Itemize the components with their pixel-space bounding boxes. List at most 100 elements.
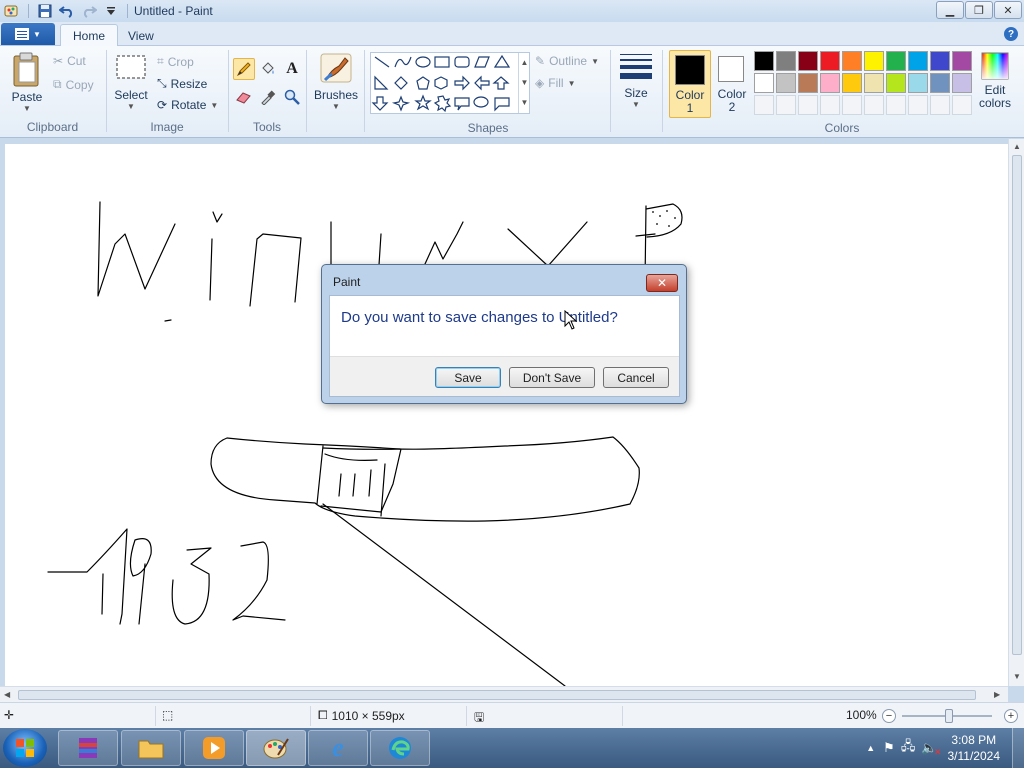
customize-qat-icon[interactable] (101, 2, 121, 20)
taskbar-clock[interactable]: 3:08 PM 3/11/2024 (948, 732, 1001, 764)
palette-color-swatch[interactable] (952, 73, 972, 93)
copy-button[interactable]: ⧉ Copy (53, 77, 94, 92)
volume-muted-icon[interactable]: 🔈 ✕ (921, 740, 941, 757)
palette-color-swatch[interactable] (842, 51, 862, 71)
show-desktop-button[interactable] (1012, 728, 1024, 768)
cut-label: Cut (67, 54, 86, 68)
palette-color-swatch[interactable] (776, 95, 796, 115)
shapes-expand-icon[interactable]: ▼ (519, 93, 530, 113)
save-changes-dialog: Paint ✕ Do you want to save changes to U… (321, 264, 687, 404)
crop-button[interactable]: ⌗ Crop (157, 54, 194, 69)
text-tool[interactable]: A (281, 58, 303, 80)
save-button[interactable]: Save (435, 367, 501, 388)
palette-color-swatch[interactable] (886, 95, 906, 115)
network-icon[interactable]: 🖧 (901, 737, 916, 759)
edit-colors-button[interactable]: Edit colors (975, 52, 1015, 110)
taskbar-internet-explorer[interactable]: e (308, 730, 368, 766)
palette-color-swatch[interactable] (886, 51, 906, 71)
paste-button[interactable]: Paste ▼ (8, 52, 46, 113)
close-button[interactable]: ✕ (994, 1, 1022, 19)
resize-button[interactable]: ⤡ Resize (157, 76, 207, 91)
taskbar-edge[interactable] (370, 730, 430, 766)
taskbar-explorer[interactable] (121, 730, 181, 766)
taskbar-media-player[interactable] (184, 730, 244, 766)
palette-color-swatch[interactable] (930, 95, 950, 115)
zoom-slider-thumb[interactable] (945, 709, 953, 723)
palette-color-swatch[interactable] (930, 51, 950, 71)
palette-color-swatch[interactable] (930, 73, 950, 93)
taskbar-winrar[interactable] (58, 730, 118, 766)
palette-color-swatch[interactable] (908, 73, 928, 93)
zoom-out-button[interactable]: − (882, 709, 896, 723)
rotate-button[interactable]: ⟳ Rotate ▼ (157, 98, 218, 112)
redo-icon[interactable] (79, 2, 99, 20)
separator (155, 706, 156, 726)
palette-color-swatch[interactable] (776, 73, 796, 93)
zoom-in-button[interactable]: + (1004, 709, 1018, 723)
palette-color-swatch[interactable] (908, 95, 928, 115)
help-icon[interactable]: ? (1004, 27, 1018, 41)
taskbar-paint[interactable] (246, 730, 306, 766)
palette-color-swatch[interactable] (864, 51, 884, 71)
palette-color-swatch[interactable] (952, 95, 972, 115)
paint-menu-button[interactable]: ▼ (1, 23, 55, 45)
horizontal-scrollbar[interactable]: ◀ ▶ (0, 686, 1008, 702)
brushes-button[interactable]: Brushes ▼ (312, 52, 360, 111)
palette-color-swatch[interactable] (820, 95, 840, 115)
palette-color-swatch[interactable] (864, 95, 884, 115)
size-button[interactable]: Size ▼ (617, 52, 655, 109)
palette-color-swatch[interactable] (754, 51, 774, 71)
fill-button[interactable]: ◈ Fill ▼ (535, 76, 575, 90)
palette-color-swatch[interactable] (820, 73, 840, 93)
start-button[interactable] (3, 729, 47, 767)
palette-color-swatch[interactable] (798, 51, 818, 71)
cancel-button[interactable]: Cancel (603, 367, 669, 388)
palette-color-swatch[interactable] (754, 73, 774, 93)
eraser-tool[interactable] (233, 86, 255, 108)
select-button[interactable]: Select ▼ (113, 54, 149, 111)
show-hidden-icons-icon[interactable]: ▲ (866, 743, 875, 753)
horizontal-scroll-thumb[interactable] (18, 690, 976, 700)
paint-app-icon[interactable] (2, 2, 22, 20)
ribbon: Paste ▼ ✂ Cut ⧉ Copy Clipboard Select ▼ … (0, 46, 1024, 138)
palette-color-swatch[interactable] (820, 51, 840, 71)
palette-color-swatch[interactable] (798, 95, 818, 115)
palette-color-swatch[interactable] (864, 73, 884, 93)
scroll-left-icon[interactable]: ◀ (4, 690, 10, 699)
palette-color-swatch[interactable] (886, 73, 906, 93)
tab-view[interactable]: View (116, 24, 166, 47)
scroll-right-icon[interactable]: ▶ (994, 690, 1000, 699)
palette-color-swatch[interactable] (798, 73, 818, 93)
shapes-scroll-up-icon[interactable]: ▲ (519, 53, 530, 73)
fill-tool[interactable] (257, 58, 279, 80)
palette-color-swatch[interactable] (842, 73, 862, 93)
outline-button[interactable]: ✎ Outline ▼ (535, 54, 599, 68)
palette-color-swatch[interactable] (908, 51, 928, 71)
maximize-button[interactable]: ❐ (965, 1, 993, 19)
palette-color-swatch[interactable] (842, 95, 862, 115)
tab-home[interactable]: Home (60, 24, 119, 47)
shapes-scroll-down-icon[interactable]: ▼ (519, 73, 530, 93)
taskbar: e ▲ ⚑ 🖧 🔈 ✕ 3:08 PM 3/11/2024 (0, 728, 1024, 768)
scroll-up-icon[interactable]: ▲ (1013, 142, 1021, 151)
color-picker-tool[interactable] (257, 86, 279, 108)
dialog-close-button[interactable]: ✕ (646, 274, 678, 292)
magnifier-tool[interactable] (281, 86, 303, 108)
palette-color-swatch[interactable] (754, 95, 774, 115)
vertical-scroll-thumb[interactable] (1012, 155, 1022, 655)
scroll-down-icon[interactable]: ▼ (1013, 672, 1021, 681)
drawing-canvas[interactable] (5, 144, 1008, 686)
palette-color-swatch[interactable] (776, 51, 796, 71)
color-2-button[interactable]: Color 2 (713, 50, 751, 118)
minimize-icon: ▁ (945, 4, 955, 17)
minimize-button[interactable]: ▁ (936, 1, 964, 19)
palette-color-swatch[interactable] (952, 51, 972, 71)
vertical-scrollbar[interactable]: ▲ ▼ (1008, 139, 1024, 686)
save-icon[interactable] (35, 2, 55, 20)
cut-button[interactable]: ✂ Cut (53, 54, 86, 68)
pencil-tool[interactable] (233, 58, 255, 80)
undo-icon[interactable] (57, 2, 77, 20)
action-center-flag-icon[interactable]: ⚑ (883, 740, 895, 756)
color-1-button[interactable]: Color 1 (669, 50, 711, 118)
dont-save-button[interactable]: Don't Save (509, 367, 595, 388)
